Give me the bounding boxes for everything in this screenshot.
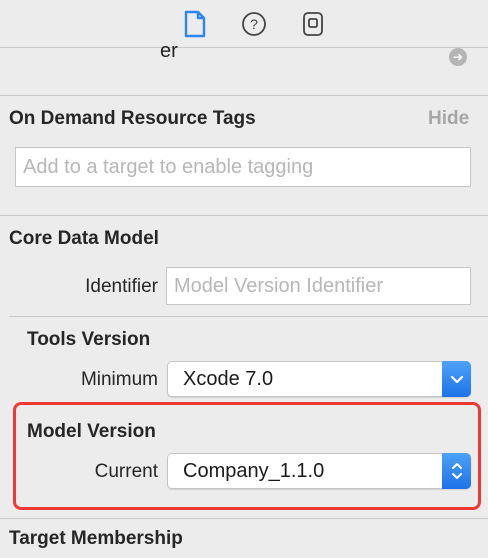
minimum-version-value: Xcode 7.0 — [183, 367, 274, 390]
file-inspector-icon[interactable] — [180, 9, 210, 39]
arrow-right-icon[interactable]: ➔ — [449, 48, 467, 66]
identity-inspector-icon[interactable] — [298, 9, 328, 39]
model-version-highlight — [13, 402, 481, 510]
tags-input[interactable]: Add to a target to enable tagging — [15, 147, 471, 187]
chevron-down-icon[interactable] — [442, 361, 471, 397]
hide-link[interactable]: Hide — [428, 108, 469, 130]
partial-value-text: er — [160, 40, 178, 62]
section-divider — [0, 518, 488, 519]
target-membership-title: Target Membership — [9, 528, 183, 549]
section-divider — [0, 215, 488, 216]
minimum-version-select[interactable]: Xcode 7.0 — [167, 361, 471, 397]
on-demand-title: On Demand Resource Tags — [9, 108, 256, 129]
toolbar-divider — [0, 47, 488, 48]
quick-help-icon[interactable]: ? — [239, 9, 269, 39]
identifier-field[interactable]: Model Version Identifier — [166, 267, 471, 305]
section-divider — [0, 95, 488, 96]
minimum-label: Minimum — [80, 369, 158, 390]
section-divider — [9, 316, 488, 317]
inspector-toolbar: ? — [0, 0, 488, 48]
identifier-label: Identifier — [85, 276, 158, 297]
svg-text:?: ? — [250, 16, 258, 32]
core-data-title: Core Data Model — [9, 228, 159, 249]
tools-version-title: Tools Version — [27, 329, 151, 350]
